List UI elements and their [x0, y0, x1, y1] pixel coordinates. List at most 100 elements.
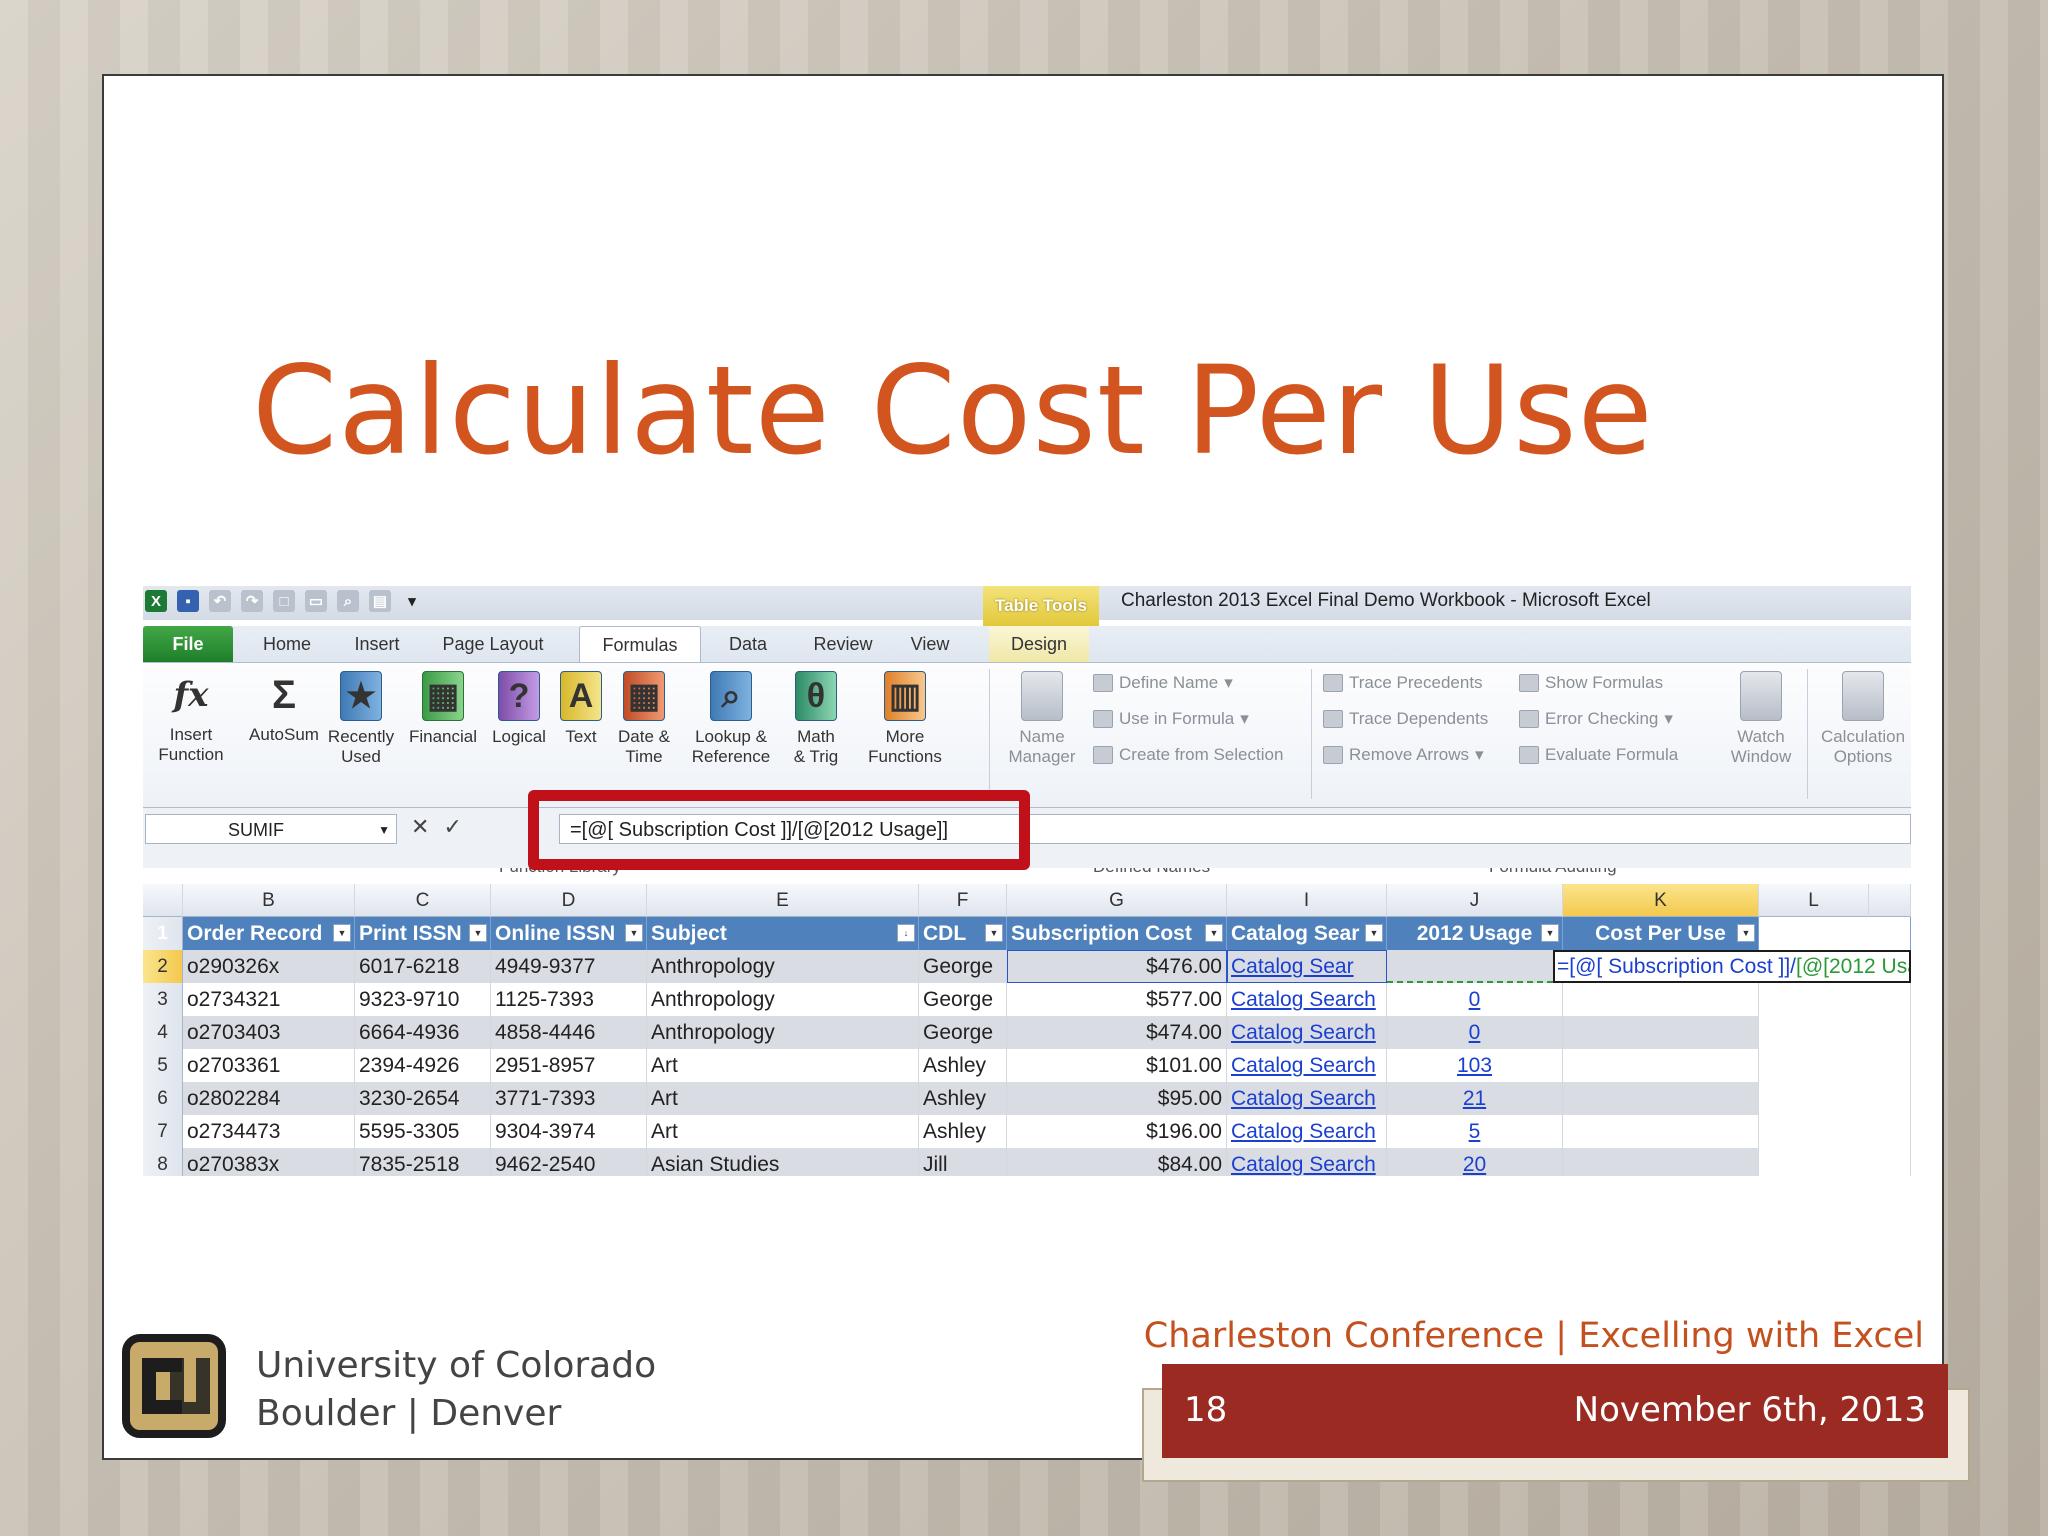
cell[interactable]: o290326x — [183, 950, 355, 983]
new-icon[interactable]: □ — [273, 590, 295, 612]
cell[interactable]: $196.00 — [1007, 1115, 1227, 1148]
select-all-corner[interactable] — [143, 884, 183, 917]
undo-icon[interactable]: ↶ — [209, 590, 231, 612]
empty-cell[interactable] — [1759, 983, 1911, 1016]
print-icon[interactable]: ▤ — [369, 590, 391, 612]
print-preview-icon[interactable]: ⌕ — [337, 590, 359, 612]
cell[interactable]: Ashley — [919, 1049, 1007, 1082]
cell[interactable]: 7835-2518 — [355, 1148, 491, 1176]
filter-dropdown-icon[interactable]: ▼ — [985, 924, 1003, 942]
cell[interactable]: $577.00 — [1007, 983, 1227, 1016]
cell[interactable]: $476.00 — [1007, 950, 1227, 983]
evaluate-formula-button[interactable]: Evaluate Formula — [1519, 745, 1678, 765]
cell[interactable]: o2703361 — [183, 1049, 355, 1082]
cell[interactable]: George — [919, 950, 1007, 983]
cell[interactable]: o270383x — [183, 1148, 355, 1176]
column-header[interactable] — [1869, 884, 1911, 917]
cell-link[interactable]: 5 — [1387, 1115, 1563, 1148]
cell-link[interactable]: Catalog Sear — [1227, 950, 1387, 983]
cell[interactable]: o2734321 — [183, 983, 355, 1016]
cell[interactable]: 9304-3974 — [491, 1115, 647, 1148]
create-from-selection-button[interactable]: Create from Selection — [1093, 745, 1283, 765]
cell-link[interactable]: Catalog Search — [1227, 1049, 1387, 1082]
cell[interactable]: George — [919, 1016, 1007, 1049]
error-checking-button[interactable]: Error Checking ▾ — [1519, 709, 1673, 729]
show-formulas-button[interactable]: Show Formulas — [1519, 673, 1663, 693]
cell-link[interactable]: 103 — [1387, 1049, 1563, 1082]
more-functions-button[interactable]: ▥ More Functions — [855, 671, 955, 767]
empty-cell[interactable] — [1759, 917, 1911, 950]
trace-dependents-button[interactable]: Trace Dependents — [1323, 709, 1488, 729]
cell[interactable]: 1125-7393 — [491, 983, 647, 1016]
column-header[interactable]: B — [183, 884, 355, 917]
sort-filter-icon[interactable]: ↓ — [897, 924, 915, 942]
name-manager-button[interactable]: Name Manager — [999, 671, 1085, 767]
cell[interactable]: Art — [647, 1082, 919, 1115]
column-header[interactable]: J — [1387, 884, 1563, 917]
cell-link[interactable]: Catalog Search — [1227, 1148, 1387, 1176]
name-box[interactable]: SUMIF ▼ — [145, 814, 397, 844]
excel-icon[interactable]: X — [145, 590, 167, 612]
tab-home[interactable]: Home — [247, 626, 327, 662]
column-header[interactable]: G — [1007, 884, 1227, 917]
cell[interactable]: Anthropology — [647, 950, 919, 983]
column-header[interactable]: C — [355, 884, 491, 917]
define-name-button[interactable]: Define Name ▾ — [1093, 673, 1233, 693]
cell[interactable]: 2394-4926 — [355, 1049, 491, 1082]
tab-review[interactable]: Review — [803, 626, 883, 662]
cell[interactable]: o2802284 — [183, 1082, 355, 1115]
cell[interactable]: o2734473 — [183, 1115, 355, 1148]
column-header[interactable]: I — [1227, 884, 1387, 917]
filter-dropdown-icon[interactable]: ▼ — [1205, 924, 1223, 942]
row-header[interactable]: 2 — [143, 950, 183, 983]
row-header[interactable]: 3 — [143, 983, 183, 1016]
customize-qat-icon[interactable]: ▾ — [401, 590, 423, 612]
cell-link[interactable]: 21 — [1387, 1082, 1563, 1115]
cell-link[interactable]: 20 — [1387, 1148, 1563, 1176]
lookup-reference-button[interactable]: ⌕ Lookup & Reference — [683, 671, 779, 767]
cell[interactable] — [1563, 1049, 1759, 1082]
math-trig-button[interactable]: θ Math & Trig — [783, 671, 849, 767]
filter-dropdown-icon[interactable]: ▼ — [333, 924, 351, 942]
calculation-options-button[interactable]: Calculation Options — [1815, 671, 1911, 767]
open-icon[interactable]: ▭ — [305, 590, 327, 612]
cell-link[interactable]: Catalog Search — [1227, 1115, 1387, 1148]
cell[interactable]: 3771-7393 — [491, 1082, 647, 1115]
editing-cell[interactable]: =[@[ Subscription Cost ]]/[@[2012 Usage]… — [1553, 950, 1911, 983]
cell[interactable]: Ashley — [919, 1082, 1007, 1115]
cell[interactable]: George — [919, 983, 1007, 1016]
cell[interactable] — [1563, 1148, 1759, 1176]
recently-used-button[interactable]: ★ Recently Used — [323, 671, 399, 767]
tab-design[interactable]: Design — [989, 626, 1089, 662]
cell[interactable]: $101.00 — [1007, 1049, 1227, 1082]
cell[interactable] — [1563, 983, 1759, 1016]
enter-check-icon[interactable]: ✓ — [443, 814, 461, 840]
cell[interactable]: Asian Studies — [647, 1148, 919, 1176]
cell-link[interactable]: Catalog Search — [1227, 1082, 1387, 1115]
cell[interactable]: $474.00 — [1007, 1016, 1227, 1049]
column-header[interactable]: L — [1759, 884, 1869, 917]
tab-insert[interactable]: Insert — [337, 626, 417, 662]
cell[interactable] — [1563, 1115, 1759, 1148]
tab-view[interactable]: View — [895, 626, 965, 662]
cell[interactable] — [1563, 1082, 1759, 1115]
cell[interactable] — [1387, 950, 1563, 983]
cell[interactable]: o2703403 — [183, 1016, 355, 1049]
cell[interactable]: 4858-4446 — [491, 1016, 647, 1049]
cell[interactable]: Ashley — [919, 1115, 1007, 1148]
logical-button[interactable]: ? Logical — [487, 671, 551, 747]
column-header[interactable]: D — [491, 884, 647, 917]
row-header[interactable]: 4 — [143, 1016, 183, 1049]
column-header[interactable]: K — [1563, 884, 1759, 917]
table-header-cell[interactable]: Online ISSN ▼ — [491, 917, 647, 950]
cell[interactable]: 6017-6218 — [355, 950, 491, 983]
insert-function-button[interactable]: fx Insert Function — [147, 671, 235, 765]
date-time-button[interactable]: ▦ Date & Time — [609, 671, 679, 767]
table-header-cell[interactable]: Order Record ▼ — [183, 917, 355, 950]
table-header-cell[interactable]: Subject ↓ — [647, 917, 919, 950]
save-icon[interactable]: ▪ — [177, 590, 199, 612]
row-header[interactable]: 1 — [143, 917, 183, 950]
chevron-down-icon[interactable]: ▼ — [378, 815, 390, 845]
empty-cell[interactable] — [1759, 1016, 1911, 1049]
cell[interactable]: 9323-9710 — [355, 983, 491, 1016]
